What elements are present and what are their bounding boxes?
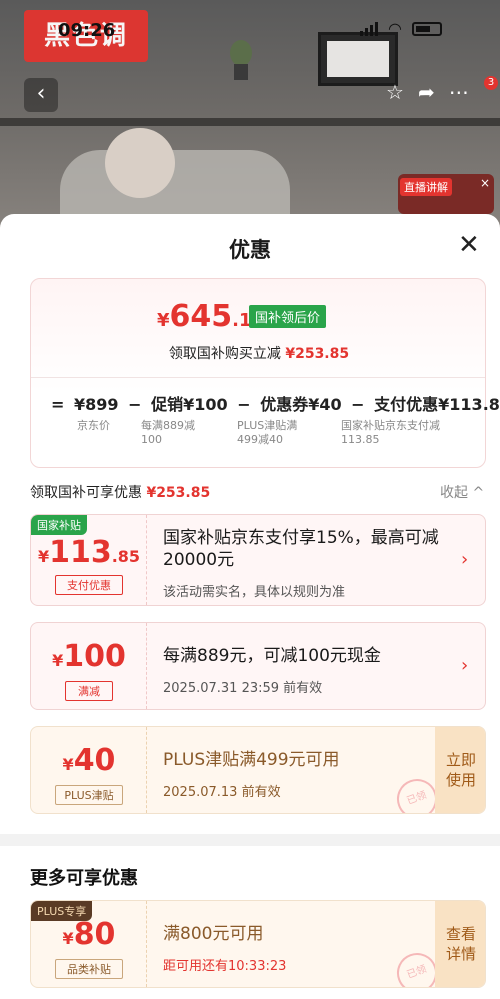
price-formula: = ¥899 − 促销¥100 − 优惠券¥40 − 支付优惠¥113.85 [51, 395, 500, 414]
caption-pay: 国家补贴京东支付减 113.85 [341, 419, 440, 446]
coupon-type: 品类补贴 [55, 959, 123, 979]
coupon-amount: ¥40 [62, 743, 116, 778]
cart-badge: 3 [484, 76, 498, 90]
top-actions: ☆ ➦ ⋯ [386, 80, 469, 104]
photo-shelf [0, 118, 500, 126]
close-icon[interactable]: ✕ [458, 230, 480, 260]
battery-icon [411, 22, 442, 36]
coupon-countdown: 距可用还有10:33:23 [163, 959, 287, 974]
coupon-type: PLUS津贴 [55, 785, 123, 805]
coupon-title: 满800元可用 [163, 924, 264, 944]
divider [31, 377, 485, 378]
coupon-title: 国家补贴京东支付享15%，最高可减 20000元 [163, 528, 439, 570]
sheet-title: 优惠 [229, 238, 271, 262]
coupon-type: 满减 [65, 681, 113, 701]
caption-promo: 每满889减 100 [141, 419, 195, 446]
collapse-button[interactable]: 收起 ^ [440, 482, 484, 502]
page: 黑色调 09:26 ◠ ‹ ☆ ➦ ⋯ 3 直播讲解 × 优惠 ✕ ¥645.1… [0, 0, 500, 999]
more-discounts-title: 更多可享优惠 [30, 868, 138, 889]
section-gap [0, 834, 500, 846]
coupon-title: PLUS津贴满499元可用 [163, 750, 340, 770]
coupon-plus-allowance[interactable]: ¥40 PLUS津贴 PLUS津贴满499元可用 2025.07.13 前有效 … [30, 726, 486, 814]
more-icon[interactable]: ⋯ [449, 80, 469, 104]
status-time: 09:26 [58, 20, 116, 41]
coupon-desc: 2025.07.31 23:59 前有效 [163, 681, 323, 696]
coupon-full-reduction[interactable]: ¥100 满减 每满889元，可减100元现金 2025.07.31 23:59… [30, 622, 486, 710]
coupon-type: 支付优惠 [55, 575, 123, 595]
price-subtext: 领取国补购买立减 ¥253.85 [168, 346, 350, 362]
live-close-icon[interactable]: × [480, 176, 490, 190]
use-now-button[interactable]: 立即 使用 [435, 727, 485, 813]
photo-plant [230, 40, 252, 80]
coupon-desc: 2025.07.13 前有效 [163, 785, 281, 800]
coupon-amount: ¥113.85 [37, 535, 141, 570]
chevron-right-icon[interactable]: › [461, 549, 468, 570]
chevron-right-icon[interactable]: › [461, 655, 468, 676]
final-price: ¥645.15 [157, 299, 264, 334]
photo-laptop [318, 32, 398, 86]
status-icons: ◠ [360, 19, 442, 38]
signal-icon [360, 22, 378, 36]
caption-coupon: PLUS津贴满 499减40 [237, 419, 298, 446]
coupon-corner-tag: 国家补贴 [31, 515, 87, 535]
coupon-plus-exclusive[interactable]: PLUS专享 ¥80 品类补贴 满800元可用 距可用还有10:33:23 已领… [30, 900, 486, 988]
discount-sheet: 优惠 ✕ ¥645.15 国补领后价 领取国补购买立减 ¥253.85 = ¥8… [0, 214, 500, 999]
caption-base: 京东价 [77, 419, 110, 432]
share-icon[interactable]: ➦ [418, 80, 435, 104]
coupon-national-subsidy[interactable]: 国家补贴 ¥113.85 支付优惠 国家补贴京东支付享15%，最高可减 2000… [30, 514, 486, 606]
back-button[interactable]: ‹ [24, 78, 58, 112]
favorite-icon[interactable]: ☆ [386, 80, 404, 104]
coupon-amount: ¥100 [52, 639, 126, 674]
price-tag: 国补领后价 [249, 305, 327, 328]
wifi-icon: ◠ [388, 19, 402, 38]
coupon-desc: 该活动需实名，具体以规则为准 [163, 585, 346, 600]
photo-person [105, 128, 175, 198]
coupon-title: 每满889元，可减100元现金 [163, 646, 381, 666]
coupon-amount: ¥80 [62, 917, 116, 952]
view-details-button[interactable]: 查看 详情 [435, 901, 485, 987]
price-breakdown-card: ¥645.15 国补领后价 领取国补购买立减 ¥253.85 = ¥899 − … [30, 278, 500, 468]
live-tag: 直播讲解 [400, 178, 452, 196]
section-heading: 领取国补可享优惠 ¥253.85 [30, 485, 211, 501]
live-stream-thumbnail[interactable]: 直播讲解 × [398, 174, 494, 214]
